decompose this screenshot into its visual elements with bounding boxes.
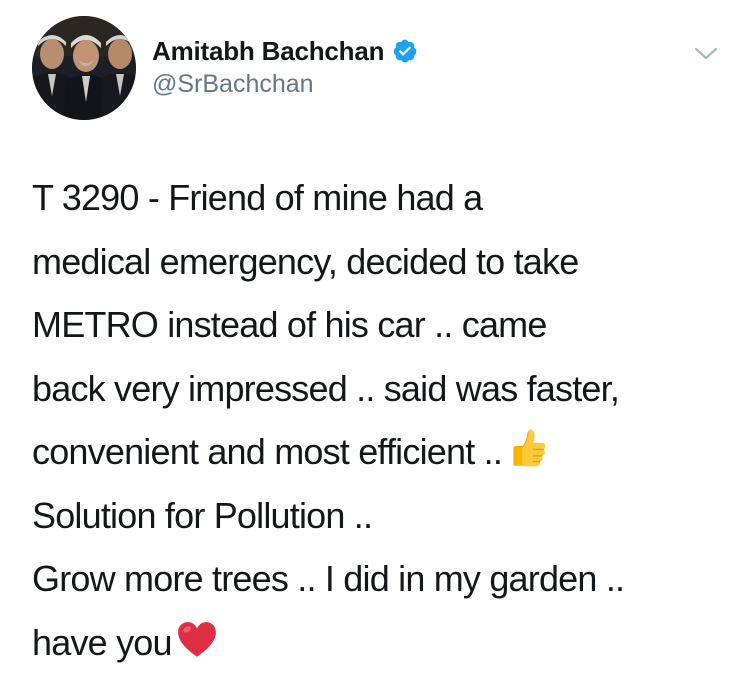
- avatar[interactable]: [32, 16, 136, 120]
- tweet-card: Amitabh Bachchan @SrBachchan T 3290 - Fr…: [0, 0, 738, 685]
- tweet-text-line: medical emergency, decided to take: [32, 230, 722, 294]
- tweet-text-line: METRO instead of his car .. came: [32, 293, 722, 357]
- tweet-text-line-content: convenient and most efficient ..: [32, 431, 503, 472]
- author-handle[interactable]: @SrBachchan: [152, 70, 314, 99]
- author-display-name[interactable]: Amitabh Bachchan: [152, 36, 384, 67]
- tweet-text-line: back very impressed .. said was faster,: [32, 357, 722, 421]
- tweet-text-line: Grow more trees .. I did in my garden ..: [32, 547, 722, 611]
- profile-photo-icon: [32, 16, 136, 120]
- tweet-text-line-content: Grow more trees .. I did in my garden ..: [32, 558, 625, 599]
- tweet-text-line-content: medical emergency, decided to take: [32, 240, 579, 282]
- tweet-text-line: have you: [32, 611, 722, 675]
- author-name-row[interactable]: Amitabh Bachchan: [152, 34, 418, 68]
- thumbs-up-emoji-icon: [513, 429, 546, 467]
- tweet-text-line-content: Solution for Pollution ..: [32, 494, 373, 536]
- tweet-text-line-content: METRO instead of his car .. came: [32, 304, 547, 345]
- tweet-text-line-content: have you: [32, 621, 173, 663]
- tweet-text-line-content: T 3290 - Friend of mine had a: [32, 177, 483, 218]
- tweet-text-line: convenient and most efficient ..: [32, 420, 722, 484]
- tweet-text-line-content: back very impressed .. said was faster,: [32, 367, 620, 409]
- tweet-text: T 3290 - Friend of mine had a medical em…: [32, 166, 722, 674]
- red-heart-emoji-icon: [177, 621, 216, 657]
- verified-badge-icon: [393, 39, 417, 63]
- tweet-text-line: T 3290 - Friend of mine had a: [32, 166, 722, 230]
- chevron-down-icon[interactable]: [691, 38, 721, 68]
- tweet-text-line: Solution for Pollution ..: [32, 484, 722, 548]
